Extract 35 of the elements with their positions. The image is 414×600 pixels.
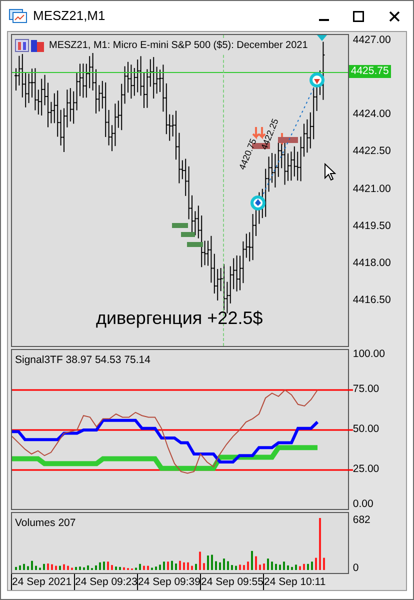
indicator-legend: Signal3TF 38.97 54.53 75.14 (15, 353, 150, 369)
time-label: 24 Sep 10:11 (263, 574, 326, 590)
maximize-icon (352, 10, 364, 22)
scale-label: 682 (352, 514, 370, 526)
close-icon (388, 10, 400, 22)
exit-circle-icon (309, 72, 325, 88)
price-label: 4416.50 (352, 294, 391, 306)
price-label: 4421.00 (352, 184, 391, 194)
scale-label: 25.00 (352, 464, 380, 475)
cursor-icon (324, 163, 336, 181)
price-label: 4427.00 (352, 35, 391, 46)
buy-zone-drawing (172, 223, 204, 249)
price-label: 4424.00 (352, 109, 391, 120)
scale-label: 100.00 (352, 349, 385, 360)
chart-properties-icon[interactable] (15, 39, 45, 52)
time-label: 24 Sep 2021 (11, 574, 74, 590)
entry-circle-icon (250, 195, 266, 211)
triangle-marker-icon (317, 35, 327, 41)
minimize-icon (319, 19, 329, 21)
chart-window-icon (9, 9, 27, 23)
annotation-text: дивергенция +22.5$ (96, 307, 263, 330)
price-label: 4419.50 (352, 220, 391, 232)
scale-label: 0 (352, 562, 359, 574)
scale-label: 0.00 (352, 499, 374, 510)
scale-label: 50.00 (352, 424, 380, 435)
scale-label: 75.00 (352, 384, 380, 395)
volume-legend: Volumes 207 (15, 516, 76, 532)
time-label: 24 Sep 09:23 (74, 574, 137, 590)
price-label: 4418.00 (352, 258, 391, 268)
current-price-label: 4425.75 (348, 65, 391, 78)
price-label: 4422.50 (352, 146, 391, 157)
time-label: 24 Sep 09:55 (200, 574, 263, 590)
chart-legend: MESZ21, M1: Micro E-mini S&P 500 ($5): December 2021 (49, 38, 308, 53)
time-label: 24 Sep 09:39 (137, 574, 200, 590)
window-title: MESZ21,M1 (33, 7, 106, 26)
